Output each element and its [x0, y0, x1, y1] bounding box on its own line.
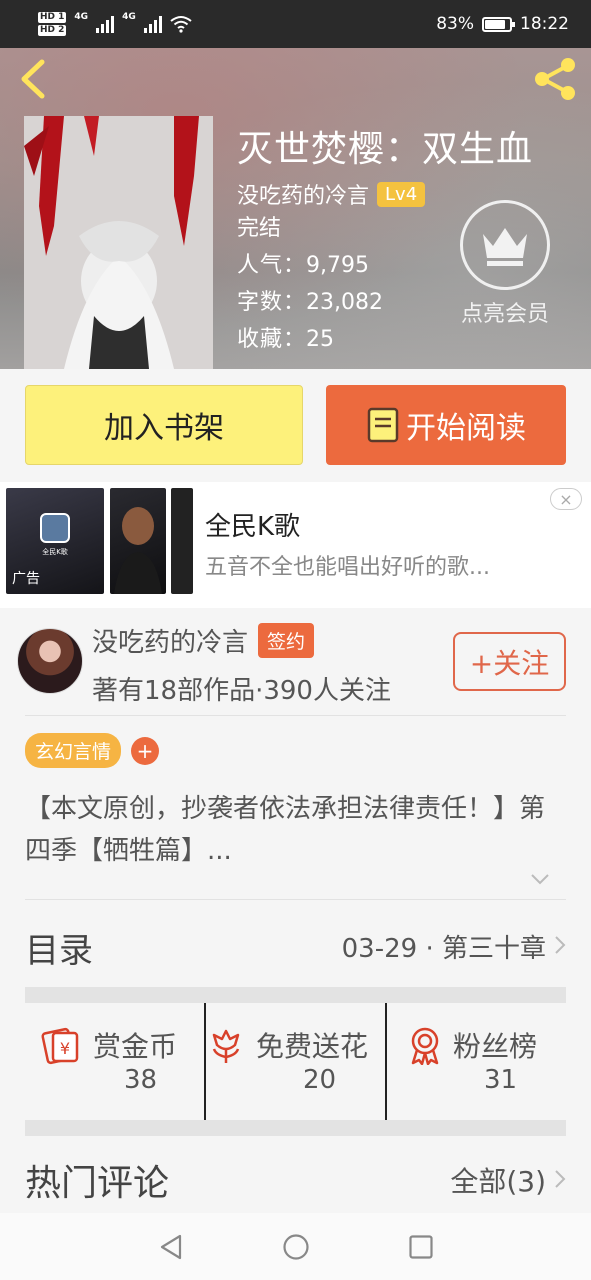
hd2-label: HD 2 — [38, 25, 67, 36]
fan-ranking-stat[interactable]: 粉丝榜 31 — [385, 1003, 566, 1120]
chevron-right-icon — [555, 1170, 566, 1188]
start-reading-label: 开始阅读 — [406, 411, 526, 446]
ad-thumbnail-2 — [110, 488, 166, 594]
signal-icon-2 — [143, 15, 162, 33]
nav-recents-icon[interactable] — [408, 1234, 434, 1260]
interaction-stats: ¥ 赏金币 38 免费送花 20 粉丝榜 31 — [25, 1003, 566, 1120]
ad-label: 广告 — [12, 571, 40, 587]
reward-coins-label: 赏金币 — [93, 1030, 178, 1063]
ad-thumb-title: 全民K歌 — [42, 548, 68, 556]
author-level-badge: Lv4 — [377, 181, 426, 207]
signed-badge: 签约 — [258, 623, 315, 658]
genre-tag[interactable]: 玄幻言情 — [25, 733, 122, 768]
all-comments-link[interactable]: 全部(3) — [450, 1160, 546, 1200]
table-of-contents-row[interactable]: 目录 03-29 · 第三十章 — [0, 901, 591, 987]
ad-close-button[interactable]: × — [550, 488, 582, 510]
expand-chevron-icon[interactable] — [530, 872, 550, 886]
svg-text:¥: ¥ — [60, 1039, 70, 1058]
ad-thumbnail: 全民K歌 广告 — [6, 488, 104, 594]
divider — [25, 899, 566, 900]
status-bar: HD 1 HD 2 4G 4G 83% 18:22 — [0, 0, 591, 48]
red-envelope-icon: ¥ — [41, 1027, 79, 1065]
free-flowers-label: 免费送花 — [256, 1030, 369, 1063]
author-name[interactable]: 没吃药的冷言 — [92, 622, 248, 659]
battery-icon — [482, 16, 515, 32]
hot-comments-header[interactable]: 热门评论 全部(3) — [0, 1134, 591, 1214]
book-title: 灭世焚樱：双生血 — [237, 129, 534, 170]
reward-coins-stat[interactable]: ¥ 赏金币 38 — [25, 1003, 204, 1120]
clock: 18:22 — [520, 14, 569, 34]
nav-home-icon[interactable] — [282, 1233, 310, 1261]
section-separator — [25, 987, 566, 1003]
crown-icon — [483, 228, 527, 266]
nav-back-icon[interactable] — [158, 1233, 184, 1261]
reward-coins-value: 38 — [124, 1065, 158, 1095]
author-card[interactable]: 没吃药的冷言 签约 著有18部作品·390人关注 +关注 — [0, 608, 591, 716]
divider — [25, 715, 566, 716]
hd1-label: HD 1 — [38, 12, 67, 23]
wifi-icon — [170, 16, 192, 33]
share-icon[interactable] — [531, 55, 579, 103]
book-cover[interactable] — [24, 116, 213, 369]
author-avatar[interactable] — [17, 628, 83, 694]
ad-title: 全民K歌 — [205, 512, 301, 542]
network-type-2: 4G — [122, 12, 136, 22]
start-reading-button[interactable]: 开始阅读 — [326, 385, 566, 465]
book-author[interactable]: 没吃药的冷言 — [237, 178, 369, 210]
fan-ranking-value: 31 — [484, 1065, 518, 1095]
ad-subtitle: 五音不全也能唱出好听的歌... — [205, 555, 490, 580]
free-flowers-value: 20 — [303, 1065, 337, 1095]
signal-icon — [96, 15, 115, 33]
medal-icon — [411, 1027, 439, 1065]
book-icon — [367, 407, 399, 443]
vip-label: 点亮会员 — [460, 302, 549, 327]
fan-ranking-label: 粉丝榜 — [453, 1030, 538, 1063]
vip-button[interactable]: 点亮会员 — [455, 200, 555, 328]
ad-thumbnail-3 — [171, 488, 193, 594]
book-description[interactable]: 【本文原创，抄袭者依法承担法律责任！】第四季【牺牲篇】... — [25, 788, 545, 872]
author-stats: 著有18部作品·390人关注 — [92, 676, 391, 706]
ad-banner[interactable]: 全民K歌 广告 全民K歌 五音不全也能唱出好听的歌... × — [0, 482, 591, 608]
action-bar: 加入书架 开始阅读 — [0, 369, 591, 482]
flower-icon — [212, 1029, 240, 1063]
follow-button[interactable]: +关注 — [453, 632, 566, 691]
free-flowers-stat[interactable]: 免费送花 20 — [204, 1003, 385, 1120]
chevron-right-icon — [555, 936, 566, 954]
battery-percent: 83% — [436, 14, 474, 34]
hot-comments-title: 热门评论 — [25, 1163, 170, 1204]
hd-indicator: HD 1 HD 2 — [38, 12, 67, 36]
back-icon[interactable] — [16, 58, 48, 100]
toc-title: 目录 — [25, 931, 93, 971]
add-tag-button[interactable]: + — [131, 736, 160, 765]
network-type-1: 4G — [74, 12, 89, 22]
latest-chapter: 03-29 · 第三十章 — [341, 934, 546, 964]
system-navigation-bar — [0, 1213, 591, 1280]
add-to-shelf-button[interactable]: 加入书架 — [25, 385, 303, 465]
